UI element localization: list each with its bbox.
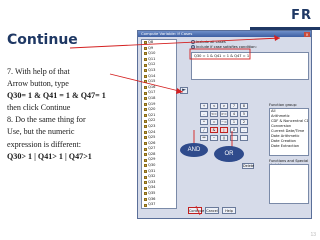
delete-button[interactable]: Delete [242, 163, 254, 169]
ruler-icon [144, 158, 147, 162]
close-icon[interactable]: × [304, 31, 310, 37]
ruler-icon [144, 74, 147, 78]
ruler-icon [144, 80, 147, 84]
ruler-icon [144, 97, 147, 101]
keypad-key[interactable]: - [200, 111, 208, 117]
ruler-icon [144, 192, 147, 196]
ruler-icon [144, 147, 147, 151]
radio-selected-icon[interactable] [191, 45, 195, 49]
ruler-icon [144, 175, 147, 179]
ruler-icon [144, 153, 147, 157]
ruler-icon [144, 114, 147, 118]
keypad-key[interactable]: < [210, 103, 218, 109]
instruction-line-expression: Q30= 1 & Q41 = 1 & Q47= 1 [7, 91, 106, 101]
keypad-key[interactable]: + [200, 103, 208, 109]
compute-if-cases-dialog: Compute Variable: If Cases × Q8 Q9 Q10 Q11 Q… [137, 30, 312, 219]
keypad-key[interactable]: () [220, 135, 228, 141]
instruction-line: then click Continue [7, 103, 71, 113]
variable-list-item[interactable]: Q38 [142, 208, 176, 209]
keypad-key[interactable]: > [220, 103, 228, 109]
keypad-key[interactable]: 7 [230, 103, 238, 109]
ruler-icon [144, 86, 147, 90]
keypad-key[interactable]: 4 [230, 111, 238, 117]
keypad-key[interactable]: ~ [210, 135, 218, 141]
calculator-keypad: + < >7 8 - <= >= 4 5 * = ~= 1 2 /& | 0. ** ~() [200, 103, 248, 141]
cancel-button[interactable]: Cancel [205, 207, 219, 214]
header-bar: FR [0, 0, 320, 32]
keypad-key[interactable]: <= [210, 111, 218, 117]
slide-title: Continue [7, 32, 78, 48]
ruler-icon [144, 46, 147, 50]
radio-icon[interactable] [191, 40, 195, 44]
dialog-title-bar: Compute Variable: If Cases × [138, 31, 311, 37]
keypad-key[interactable]: & [210, 127, 218, 133]
brand-logo: FR [291, 8, 312, 23]
ruler-icon [144, 136, 147, 140]
keypad-key[interactable]: 1 [230, 119, 238, 125]
keypad-key [230, 135, 238, 141]
keypad-key[interactable]: . [240, 127, 248, 133]
page-number: 13 [310, 232, 316, 238]
ruler-icon [144, 169, 147, 173]
instruction-line: expression is different: [7, 139, 82, 149]
condition-expression-field[interactable]: Q30 = 1 & Q41 = 1 & Q47 = 1 [191, 52, 309, 80]
dialog-title: Compute Variable: If Cases [141, 31, 193, 36]
ruler-icon [144, 130, 147, 134]
ruler-icon [144, 119, 147, 123]
keypad-key[interactable]: * [200, 119, 208, 125]
instruction-line-expression: Q30> 1 | Q41> 1 | Q47>1 [7, 151, 92, 161]
function-group-label: Function group: [269, 103, 298, 107]
keypad-key[interactable]: >= [220, 111, 228, 117]
instruction-line: 7. With help of that [7, 67, 70, 76]
and-callout: AND [180, 143, 208, 157]
radio-include-all-label: Include all cases [196, 40, 226, 44]
ruler-icon [144, 91, 147, 95]
radio-include-if[interactable]: Include if case satisfies condition: [191, 45, 257, 49]
move-arrow-button[interactable]: ► [180, 87, 188, 94]
ruler-icon [144, 102, 147, 106]
help-button[interactable]: Help [222, 207, 236, 214]
radio-include-if-label: Include if case satisfies condition: [196, 45, 257, 49]
ruler-icon [144, 52, 147, 56]
keypad-key[interactable]: 0 [230, 127, 238, 133]
ruler-icon [144, 164, 147, 168]
keypad-key [240, 135, 248, 141]
continue-button[interactable]: Continue [188, 207, 204, 214]
dialog-button-row: Continue Cancel Help [188, 207, 236, 214]
keypad-key[interactable]: 8 [240, 103, 248, 109]
ruler-icon [144, 197, 147, 201]
instruction-text: 7. With help of that Arrow button, type … [7, 66, 139, 163]
variable-list[interactable]: Q8 Q9 Q10 Q11 Q12 Q13 Q14 Q15 Q16 Q17 Q18 Q19 Q20 Q21… [141, 39, 177, 209]
keypad-key[interactable]: | [220, 127, 228, 133]
ruler-icon [144, 181, 147, 185]
keypad-key[interactable]: 2 [240, 119, 248, 125]
ruler-icon [144, 69, 147, 73]
keypad-key[interactable]: ~= [220, 119, 228, 125]
keypad-key[interactable]: 5 [240, 111, 248, 117]
keypad-key[interactable]: ** [200, 135, 208, 141]
instruction-line: Use, but the numeric [7, 127, 75, 137]
variable-name: Q38 [148, 208, 155, 209]
ruler-icon [144, 108, 147, 112]
ruler-icon [144, 63, 147, 67]
instruction-line: 8. Do the same thing for [7, 115, 86, 125]
ruler-icon [144, 41, 147, 45]
ruler-icon [144, 203, 147, 207]
ruler-icon [144, 125, 147, 129]
keypad-key[interactable]: = [210, 119, 218, 125]
keypad-key[interactable]: / [200, 127, 208, 133]
radio-include-all[interactable]: Include all cases [191, 40, 226, 44]
function-group-item[interactable]: Date Extraction [270, 144, 308, 149]
functions-list[interactable] [269, 164, 309, 204]
ruler-icon [144, 186, 147, 190]
or-callout: OR [214, 146, 244, 162]
ruler-icon [144, 141, 147, 145]
instruction-line: Arrow button, type [7, 79, 69, 89]
function-group-list[interactable]: All Arithmetic CDF & Noncentral CDF Convers… [269, 108, 309, 156]
condition-expression-text: Q30 = 1 & Q41 = 1 & Q47 = 1 [194, 54, 250, 58]
ruler-icon [144, 58, 147, 62]
